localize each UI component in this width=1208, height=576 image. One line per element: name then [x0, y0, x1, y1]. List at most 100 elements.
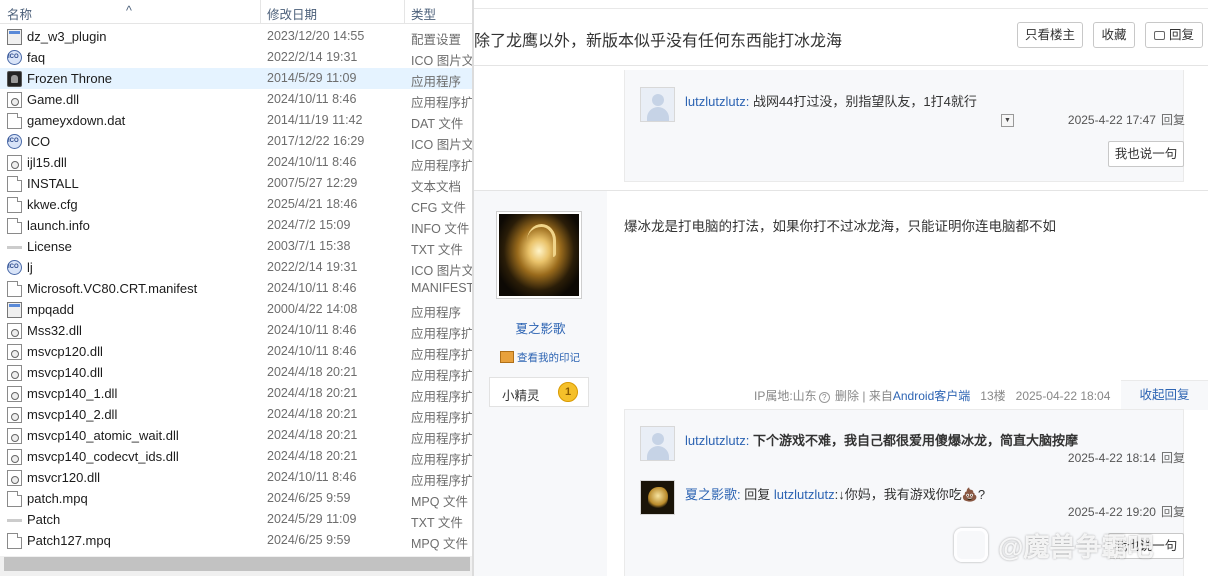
dll-file-icon	[7, 323, 22, 339]
file-row[interactable]: msvcp140_1.dll 2024/4/18 20:21 应用程序扩	[0, 383, 474, 404]
delete-link[interactable]: 删除	[835, 389, 859, 403]
file-row[interactable]: Patch 2024/5/29 11:09 TXT 文件	[0, 509, 474, 530]
file-row[interactable]: Mss32.dll 2024/10/11 8:46 应用程序扩	[0, 320, 474, 341]
file-row[interactable]: mpqadd 2000/4/22 14:08 应用程序	[0, 299, 474, 320]
collapse-replies-link[interactable]: 收起回复	[1121, 380, 1208, 410]
file-name: ICO	[27, 134, 51, 149]
file-row[interactable]: msvcp120.dll 2024/10/11 8:46 应用程序扩	[0, 341, 474, 362]
file-type: 应用程序扩	[411, 474, 474, 488]
level-badge[interactable]: 小精灵 1	[489, 377, 589, 407]
file-date: 2023/12/20 14:55	[267, 29, 365, 43]
file-row[interactable]: launch.info 2024/7/2 15:09 INFO 文件	[0, 215, 474, 236]
column-header-type[interactable]: 类型	[411, 4, 436, 23]
file-row[interactable]: Game.dll 2024/10/11 8:46 应用程序扩	[0, 89, 474, 110]
watermark-text: @魔兽争霸吧	[998, 532, 1154, 562]
file-row[interactable]: ijl15.dll 2024/10/11 8:46 应用程序扩	[0, 152, 474, 173]
file-type: 应用程序扩	[411, 327, 474, 341]
sub-reply-reply-link[interactable]: 回复	[1161, 113, 1185, 127]
column-header-date[interactable]: 修改日期	[267, 4, 317, 23]
column-divider[interactable]	[404, 0, 405, 24]
settings-file-icon	[7, 29, 22, 45]
sub-reply-text: lutzlutzlutz: 下个游戏不难，我自己都很爱用傻爆冰龙，简直大脑按摩	[685, 430, 1078, 449]
view-mark-link[interactable]: 查看我的印记	[500, 350, 580, 365]
sub-reply-content: :↓你妈，我有游戏你吃💩?	[834, 487, 986, 502]
file-row[interactable]: kkwe.cfg 2025/4/21 18:46 CFG 文件	[0, 194, 474, 215]
file-row[interactable]: ICO 2017/12/22 16:29 ICO 图片文	[0, 131, 474, 152]
file-row[interactable]: gameyxdown.dat 2014/11/19 11:42 DAT 文件	[0, 110, 474, 131]
file-date: 2007/5/27 12:29	[267, 176, 358, 190]
file-type: 应用程序扩	[411, 390, 474, 404]
generic-file-icon	[7, 491, 22, 507]
file-type: MPQ 文件	[411, 495, 468, 509]
say-something-button[interactable]: 我也说一句	[1108, 141, 1184, 167]
file-row[interactable]: faq 2022/2/14 19:31 ICO 图片文	[0, 47, 474, 68]
file-row[interactable]: msvcp140_codecvt_ids.dll 2024/4/18 20:21 应…	[0, 446, 474, 467]
column-header-row: 名称 ^ 修改日期 类型	[0, 0, 474, 24]
post-floor: 夏之影歌 查看我的印记 小精灵 1 爆冰龙是打电脑的打法，如果你打不过冰龙海，只…	[474, 190, 1208, 576]
author-column: 夏之影歌 查看我的印记 小精灵 1	[474, 191, 607, 576]
client-link[interactable]: Android客户端	[893, 389, 970, 403]
sub-reply-username[interactable]: lutzlutzlutz:	[685, 433, 749, 448]
file-type: ICO 图片文	[411, 264, 474, 278]
generic-file-icon	[7, 197, 22, 213]
reply-target-link[interactable]: lutzlutzlutz	[774, 487, 835, 502]
user-avatar[interactable]	[640, 426, 675, 461]
dll-file-icon	[7, 470, 22, 486]
file-date: 2024/4/18 20:21	[267, 365, 358, 379]
file-row[interactable]: INSTALL 2007/5/27 12:29 文本文档	[0, 173, 474, 194]
user-avatar[interactable]	[640, 87, 675, 122]
file-row[interactable]: msvcp140_atomic_wait.dll 2024/4/18 20:21 应…	[0, 425, 474, 446]
file-type: TXT 文件	[411, 243, 463, 257]
watermark: @魔兽争霸吧	[954, 527, 1153, 564]
dll-file-icon	[7, 92, 22, 108]
file-row[interactable]: dz_w3_plugin 2023/12/20 14:55 配置设置	[0, 26, 474, 47]
only-op-button[interactable]: 只看楼主	[1017, 22, 1083, 48]
file-name: faq	[27, 50, 46, 65]
file-name: lj	[27, 260, 33, 275]
file-row[interactable]: msvcr120.dll 2024/10/11 8:46 应用程序扩	[0, 467, 474, 488]
file-type: MPQ 文件	[411, 537, 468, 551]
sub-reply-username[interactable]: lutzlutzlutz:	[685, 94, 749, 109]
txt-file-icon	[7, 246, 22, 249]
file-name: Mss32.dll	[27, 323, 82, 338]
file-row[interactable]: lj 2022/2/14 19:31 ICO 图片文	[0, 257, 474, 278]
forum-thread: 除了龙鹰以外，新版本似乎没有任何东西能打冰龙海 只看楼主 收藏 回复 lutzl…	[474, 0, 1208, 576]
column-divider[interactable]	[260, 0, 261, 24]
horizontal-scrollbar[interactable]	[0, 556, 474, 576]
file-date: 2003/7/1 15:38	[267, 239, 351, 253]
user-avatar[interactable]	[640, 480, 675, 515]
sub-reply-text: lutzlutzlutz: 战网44打过没，别指望队友，1打4就行	[685, 91, 977, 110]
sub-reply-reply-link[interactable]: 回复	[1161, 451, 1185, 465]
star-level-icon: 1	[558, 382, 578, 402]
sub-reply-username[interactable]: 夏之影歌:	[685, 487, 741, 502]
file-row[interactable]: Frozen Throne 2014/5/29 11:09 应用程序	[0, 68, 474, 89]
post-tail: IP属地:山东? 删除 | 来自Android客户端 13楼 2025-04-2…	[754, 387, 1110, 404]
dll-file-icon	[7, 365, 22, 381]
dropdown-arrow-icon[interactable]: ▼	[1001, 114, 1014, 127]
file-row[interactable]: Microsoft.VC80.CRT.manifest 2024/10/11 8:…	[0, 278, 474, 299]
reply-button[interactable]: 回复	[1145, 22, 1203, 48]
favorite-button[interactable]: 收藏	[1093, 22, 1135, 48]
file-row[interactable]: Patch127.mpq 2024/6/25 9:59 MPQ 文件	[0, 530, 474, 551]
book-icon	[500, 351, 514, 363]
file-row[interactable]: msvcp140_2.dll 2024/4/18 20:21 应用程序扩	[0, 404, 474, 425]
file-name: msvcp140.dll	[27, 365, 103, 380]
column-header-name[interactable]: 名称	[7, 4, 32, 23]
dll-file-icon	[7, 344, 22, 360]
author-avatar[interactable]	[496, 211, 582, 299]
file-date: 2024/10/11 8:46	[267, 470, 357, 484]
ip-location: IP属地:山东	[754, 389, 817, 403]
file-row[interactable]: patch.mpq 2024/6/25 9:59 MPQ 文件	[0, 488, 474, 509]
tail-separator: |	[862, 389, 866, 403]
sub-reply-reply-link[interactable]: 回复	[1161, 505, 1185, 519]
author-name[interactable]: 夏之影歌	[474, 318, 607, 337]
file-date: 2022/2/14 19:31	[267, 260, 358, 274]
scrollbar-thumb[interactable]	[4, 557, 470, 571]
previous-floor-reply-box: lutzlutzlutz: 战网44打过没，别指望队友，1打4就行 ▼ 2025…	[624, 70, 1185, 182]
generic-file-icon	[7, 533, 22, 549]
file-type: 应用程序扩	[411, 432, 474, 446]
file-row[interactable]: License 2003/7/1 15:38 TXT 文件	[0, 236, 474, 257]
file-row[interactable]: msvcp140.dll 2024/4/18 20:21 应用程序扩	[0, 362, 474, 383]
help-icon[interactable]: ?	[818, 392, 830, 403]
ico-file-icon	[7, 134, 22, 149]
